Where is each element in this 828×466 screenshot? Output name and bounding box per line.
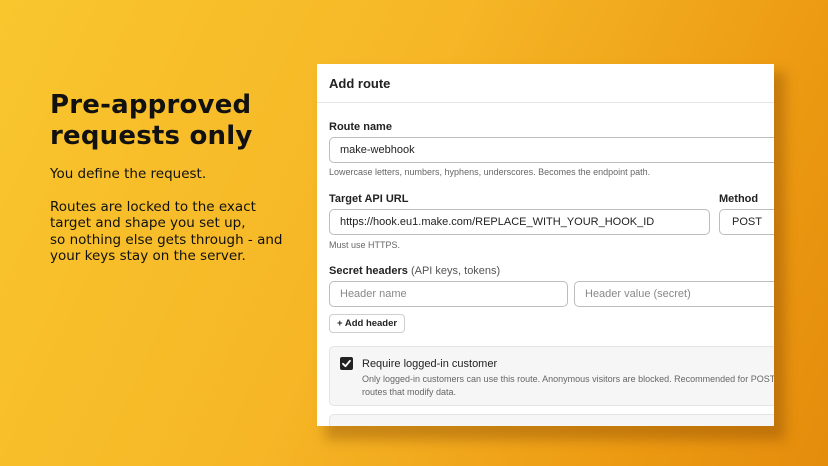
target-url-help: Must use HTTPS. (329, 240, 401, 250)
secret-headers-label-note: (API keys, tokens) (410, 265, 501, 277)
hero-text: Pre-approved requests only You define th… (50, 90, 300, 265)
require-login-description-line-1: Only logged-in customers can use this ro… (362, 374, 774, 384)
checkmark-icon (342, 359, 351, 368)
hero-title: Pre-approved requests only (50, 90, 300, 152)
require-login-checkbox[interactable] (340, 357, 353, 370)
method-label: Method (719, 193, 759, 205)
require-login-option: Require logged-in customer Only logged-i… (329, 346, 774, 406)
secret-headers-label-text: Secret headers (329, 265, 408, 277)
panel-title: Add route (329, 75, 391, 91)
secret-headers-label: Secret headers (API keys, tokens) (329, 265, 500, 277)
header-name-input[interactable]: Header name (329, 281, 568, 307)
require-login-description-line-2: routes that modify data. (362, 386, 457, 397)
hero-description-line-3: so nothing else gets through - and (50, 231, 283, 248)
next-option-card (329, 414, 774, 426)
panel-header: Add route (317, 64, 774, 103)
route-name-label: Route name (329, 121, 392, 133)
route-name-help: Lowercase letters, numbers, hyphens, und… (329, 167, 651, 177)
method-select[interactable]: POST (719, 209, 774, 235)
hero-description-line-1: Routes are locked to the exact (50, 198, 256, 215)
hero-intro: You define the request. (50, 166, 207, 182)
target-url-label: Target API URL (329, 193, 409, 205)
require-login-description: Only logged-in customers can use this ro… (362, 373, 774, 398)
hero-description-line-2: target and shape you set up, (50, 215, 246, 231)
add-header-button[interactable]: + Add header (329, 314, 406, 333)
target-url-input[interactable]: https://hook.eu1.make.com/REPLACE_WITH_Y… (329, 209, 710, 235)
hero-title-line-1: Pre-approved (50, 90, 252, 120)
header-value-input[interactable]: Header value (secret) (574, 281, 774, 307)
hero-title-line-2: requests only (50, 121, 253, 151)
require-login-title: Require logged-in customer (362, 358, 498, 370)
hero-description-line-4: your keys stay on the server. (50, 248, 246, 264)
add-route-panel: Add route Route name make-webhook Lowerc… (317, 64, 774, 426)
hero-description: Routes are locked to the exact target an… (50, 199, 300, 265)
route-name-input[interactable]: make-webhook (329, 137, 774, 163)
